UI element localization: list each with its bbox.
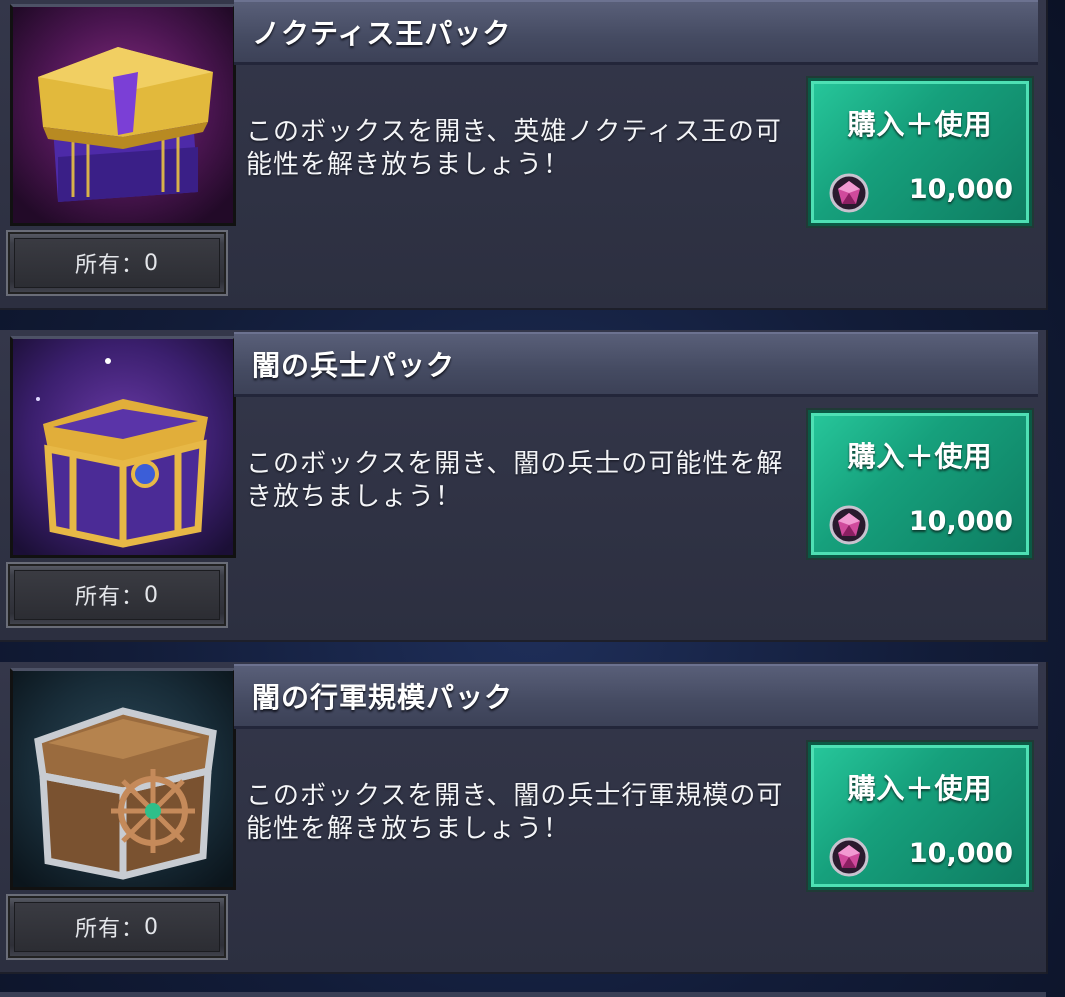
pack-card: 所有： 0 闇の行軍規模パック このボックスを開き、闇の兵士行軍規模の可能性を解… <box>0 662 1048 974</box>
pack-thumbnail-column: 所有： 0 <box>4 662 236 972</box>
pack-title: 闇の行軍規模パック <box>252 681 514 714</box>
price-text: 10,000 <box>908 174 1014 205</box>
ship-wheel-chest-icon[interactable] <box>10 668 236 890</box>
buy-button-label: 購入＋使用 <box>847 772 993 805</box>
owned-label: 所有： <box>74 585 144 610</box>
buy-and-use-button[interactable]: 購入＋使用 10,000 <box>808 410 1032 558</box>
pack-title: ノクティス王パック <box>252 17 512 50</box>
pack-list: 所有： 0 ノクティス王パック このボックスを開き、英雄ノクティス王の可能性を解… <box>0 0 1065 997</box>
buy-and-use-button[interactable]: 購入＋使用 10,000 <box>808 742 1032 890</box>
owned-count: 0 <box>144 250 159 276</box>
buy-button-label: 購入＋使用 <box>847 108 993 141</box>
gem-icon <box>829 505 869 545</box>
buy-and-use-button[interactable]: 購入＋使用 10,000 <box>808 78 1032 226</box>
pack-card: 所有： 0 ノクティス王パック このボックスを開き、英雄ノクティス王の可能性を解… <box>0 0 1048 310</box>
gold-frame-chest-icon[interactable] <box>10 336 236 558</box>
price-text: 10,000 <box>908 838 1014 869</box>
pack-thumbnail-column: 所有： 0 <box>4 0 236 308</box>
pack-description: このボックスを開き、英雄ノクティス王の可能性を解き放ちましょう！ <box>246 117 782 180</box>
buy-button-label: 購入＋使用 <box>847 440 993 473</box>
owned-count: 0 <box>144 582 159 608</box>
pack-card: 所有： 0 闇の兵士パック このボックスを開き、闇の兵士の可能性を解き放ちましょ… <box>0 330 1048 642</box>
next-card-edge <box>0 992 1046 997</box>
pack-title: 闇の兵士パック <box>252 349 456 382</box>
owned-count-box: 所有： 0 <box>6 230 228 296</box>
pack-title-bar: 闇の行軍規模パック <box>234 664 1038 729</box>
owned-count-box: 所有： 0 <box>6 894 228 960</box>
owned-count: 0 <box>144 914 159 940</box>
owned-label: 所有： <box>74 917 144 942</box>
owned-label: 所有： <box>74 253 144 278</box>
pack-title-bar: ノクティス王パック <box>234 0 1038 65</box>
pack-description: このボックスを開き、闇の兵士行軍規模の可能性を解き放ちましょう！ <box>246 781 784 844</box>
purple-gold-chest-icon[interactable] <box>10 4 236 226</box>
gem-icon <box>829 837 869 877</box>
pack-description: このボックスを開き、闇の兵士の可能性を解き放ちましょう！ <box>246 449 784 512</box>
owned-count-box: 所有： 0 <box>6 562 228 628</box>
pack-thumbnail-column: 所有： 0 <box>4 330 236 640</box>
gem-icon <box>829 173 869 213</box>
price-text: 10,000 <box>908 506 1014 537</box>
pack-title-bar: 闇の兵士パック <box>234 332 1038 397</box>
